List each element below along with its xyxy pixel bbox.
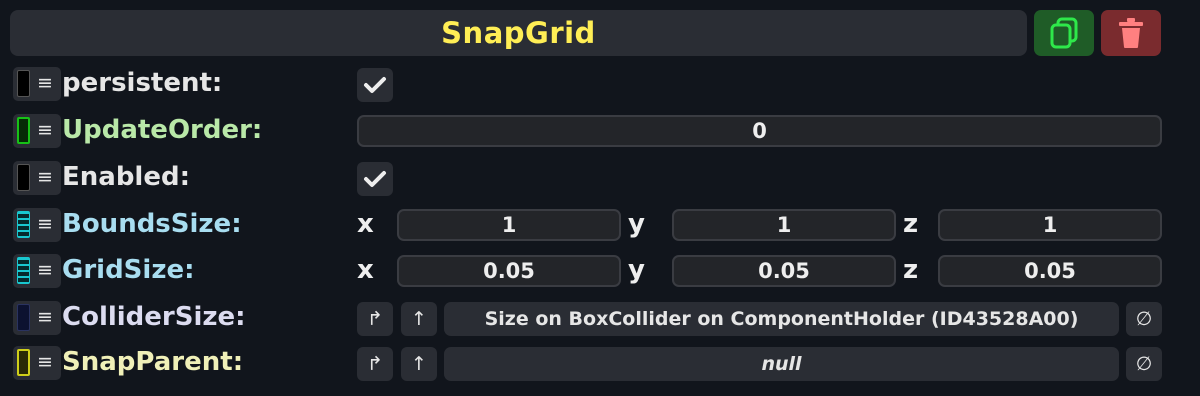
field-label: GridSize: <box>62 255 195 285</box>
clear-reference-button[interactable]: ∅ <box>1126 347 1162 381</box>
boundssize-z-input[interactable]: 1 <box>938 209 1162 241</box>
open-icon: ↑ <box>411 353 427 375</box>
jump-to-reference-button[interactable]: ↱ <box>357 302 393 336</box>
field-row-snapparent: ≡ SnapParent: ↱ ↑ null ∅ <box>0 342 1200 386</box>
boundssize-x-input[interactable]: 1 <box>397 209 621 241</box>
enabled-checkbox[interactable] <box>357 162 393 196</box>
updateorder-input[interactable]: 0 <box>357 115 1162 147</box>
jump-icon: ↱ <box>367 308 383 330</box>
menu-icon: ≡ <box>37 213 53 235</box>
checkmark-icon <box>364 77 386 93</box>
type-swatch <box>17 70 30 97</box>
copy-icon <box>1050 17 1078 49</box>
field-label: SnapParent: <box>62 347 244 377</box>
boundssize-y-input[interactable]: 1 <box>672 209 896 241</box>
axis-label-z: z <box>903 209 919 239</box>
drag-handle[interactable]: ≡ <box>13 254 61 288</box>
field-label: UpdateOrder: <box>62 115 263 145</box>
reference-value: Size on BoxCollider on ComponentHolder (… <box>484 308 1079 330</box>
field-row-collidersize: ≡ ColliderSize: ↱ ↑ Size on BoxCollider … <box>0 297 1200 341</box>
jump-to-reference-button[interactable]: ↱ <box>357 347 393 381</box>
open-icon: ↑ <box>411 308 427 330</box>
menu-icon: ≡ <box>37 119 53 141</box>
duplicate-button[interactable] <box>1034 10 1094 56</box>
field-row-gridsize: ≡ GridSize: x 0.05 y 0.05 z 0.05 <box>0 250 1200 294</box>
clear-icon: ∅ <box>1135 353 1153 375</box>
open-reference-button[interactable]: ↑ <box>401 302 437 336</box>
menu-icon: ≡ <box>37 351 53 373</box>
field-row-updateorder: ≡ UpdateOrder: 0 <box>0 110 1200 154</box>
gridsize-z-input[interactable]: 0.05 <box>938 255 1162 287</box>
menu-icon: ≡ <box>37 166 53 188</box>
field-label: persistent: <box>62 68 223 98</box>
component-title: SnapGrid <box>441 16 596 50</box>
open-reference-button[interactable]: ↑ <box>401 347 437 381</box>
field-row-boundssize: ≡ BoundsSize: x 1 y 1 z 1 <box>0 204 1200 248</box>
reference-field[interactable]: null <box>444 347 1119 381</box>
component-header: SnapGrid <box>10 10 1027 56</box>
clear-reference-button[interactable]: ∅ <box>1126 302 1162 336</box>
drag-handle[interactable]: ≡ <box>13 301 61 335</box>
axis-label-x: x <box>357 209 374 239</box>
axis-label-x: x <box>357 255 374 285</box>
type-swatch <box>17 304 30 331</box>
drag-handle[interactable]: ≡ <box>13 161 61 195</box>
drag-handle[interactable]: ≡ <box>13 208 61 242</box>
jump-icon: ↱ <box>367 353 383 375</box>
axis-label-z: z <box>903 255 919 285</box>
menu-icon: ≡ <box>37 306 53 328</box>
type-swatch <box>17 164 30 191</box>
reference-field[interactable]: Size on BoxCollider on ComponentHolder (… <box>444 302 1119 336</box>
drag-handle[interactable]: ≡ <box>13 67 61 101</box>
trash-icon <box>1119 18 1143 48</box>
axis-label-y: y <box>628 209 645 239</box>
drag-handle[interactable]: ≡ <box>13 114 61 148</box>
clear-icon: ∅ <box>1135 308 1153 330</box>
gridsize-x-input[interactable]: 0.05 <box>397 255 621 287</box>
axis-label-y: y <box>628 255 645 285</box>
drag-handle[interactable]: ≡ <box>13 346 61 380</box>
gridsize-y-input[interactable]: 0.05 <box>672 255 896 287</box>
menu-icon: ≡ <box>37 259 53 281</box>
type-swatch <box>17 117 30 144</box>
field-label: BoundsSize: <box>62 209 242 239</box>
field-label: Enabled: <box>62 162 190 192</box>
type-swatch <box>17 349 30 376</box>
type-swatch <box>17 211 30 238</box>
reference-value: null <box>761 353 802 375</box>
type-swatch <box>17 257 30 284</box>
checkmark-icon <box>364 171 386 187</box>
field-row-enabled: ≡ Enabled: <box>0 157 1200 201</box>
persistent-checkbox[interactable] <box>357 68 393 102</box>
field-label: ColliderSize: <box>62 302 246 332</box>
field-row-persistent: ≡ persistent: <box>0 63 1200 107</box>
menu-icon: ≡ <box>37 72 53 94</box>
delete-button[interactable] <box>1101 10 1161 56</box>
